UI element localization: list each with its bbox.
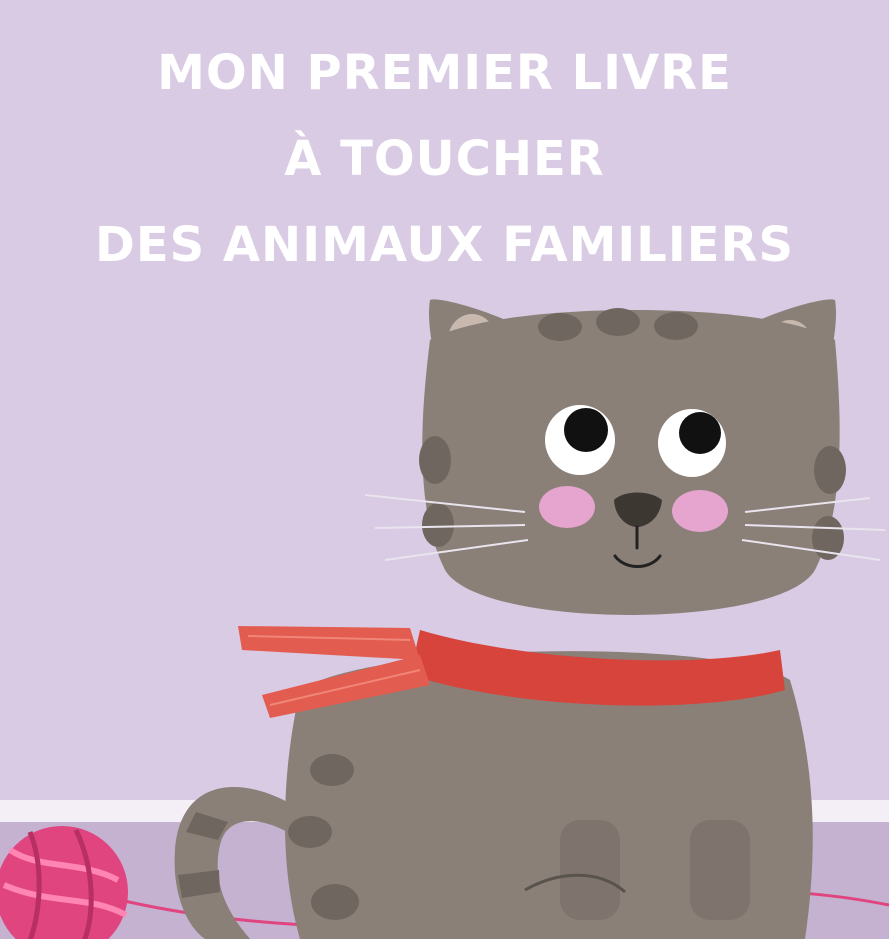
cover-illustration [0,299,889,939]
cat-cheek-right [672,490,728,532]
cat-cheek-left [539,486,595,528]
yarn-ball-icon [0,826,128,939]
cat-head [364,299,886,615]
book-cover: MON PREMIER LIVRE À TOUCHER DES ANIMAUX … [0,0,889,939]
